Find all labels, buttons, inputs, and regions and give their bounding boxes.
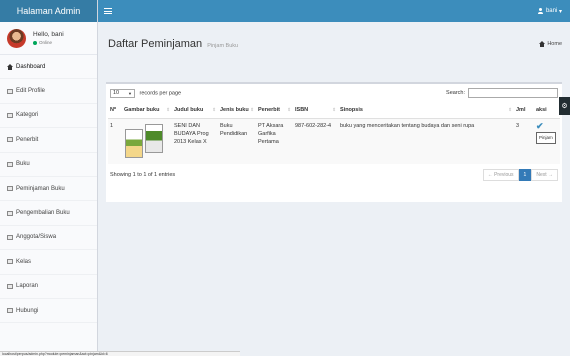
sidebar-item-label: Edit Profile: [16, 88, 46, 95]
gear-icon[interactable]: ⚙: [559, 97, 570, 115]
column-header-judul[interactable]: Judul buku ⇕: [172, 102, 218, 119]
sidebar-item-label: Anggota/Siswa: [16, 234, 57, 241]
column-header-gambar[interactable]: Gambar buku ⇕: [122, 102, 172, 119]
user-icon: [538, 8, 544, 14]
sidebar-item-pengembalian-buku[interactable]: Pengembalian Buku: [0, 201, 97, 226]
cell-no: 1: [108, 118, 122, 164]
avatar: [7, 28, 26, 48]
page-title: Daftar Peminjaman Pinjam Buku: [108, 38, 238, 50]
breadcrumb[interactable]: Home: [539, 41, 562, 47]
top-navbar: bani ▾: [98, 0, 570, 22]
sidebar-item-label: Kategori: [16, 112, 39, 119]
sidebar-item-label: Buku: [16, 161, 30, 168]
table-footer: Showing 1 to 1 of 1 entries ← Previous 1…: [106, 164, 562, 186]
sidebar-item-label: Hubungi: [16, 307, 39, 314]
column-header-jenis[interactable]: Jenis buku ⇕: [218, 102, 256, 119]
image-icon: [7, 210, 13, 216]
user-greeting: Hello, bani: [33, 31, 64, 38]
sidebar-item-label: Pengembalian Buku: [16, 210, 70, 217]
sidebar-item-label: Peminjaman Buku: [16, 185, 65, 192]
image-icon: [7, 161, 13, 167]
sidebar-item-label: Laporan: [16, 283, 39, 290]
cell-penerbit: PT Aksara Garfika Pertama: [256, 118, 293, 164]
image-icon: [7, 88, 13, 94]
user-status: Online: [33, 40, 64, 45]
cell-isbn: 987-602-282-4: [293, 118, 338, 164]
cell-gambar: [122, 118, 172, 164]
next-page-button[interactable]: Next →: [531, 169, 558, 181]
page-title-text: Daftar Peminjaman: [108, 38, 203, 50]
sidebar-item-kategori[interactable]: Kategori: [0, 104, 97, 129]
column-header-sinopsis[interactable]: Sinopsis ⇕: [338, 102, 514, 119]
cell-jml: 3: [514, 118, 534, 164]
sidebar-item-hubungi[interactable]: Hubungi: [0, 299, 97, 324]
cell-judul: SENI DAN BUDAYA Prog 2013 Kelas X: [172, 118, 218, 164]
pinjam-button[interactable]: Pinjam: [536, 131, 556, 144]
caret-down-icon: ▼: [128, 90, 132, 96]
cell-sinopsis: buku yang menceritakan tentang budaya da…: [338, 118, 514, 164]
image-icon: [7, 308, 13, 314]
column-header-isbn[interactable]: ISBN ⇕: [293, 102, 338, 119]
table-box: 10 ▼ records per page Search: Nº Gambar …: [106, 82, 562, 202]
image-icon: [7, 283, 13, 289]
sidebar-item-kelas[interactable]: Kelas: [0, 250, 97, 275]
home-icon: [7, 63, 13, 70]
previous-page-button[interactable]: ← Previous: [482, 169, 519, 181]
book-cover-back: [145, 123, 163, 153]
sidebar-item-label: Dashboard: [16, 63, 46, 70]
sidebar-item-label: Kelas: [16, 258, 32, 265]
breadcrumb-home[interactable]: Home: [547, 41, 562, 47]
image-icon: [7, 259, 13, 265]
sidebar-item-penerbit[interactable]: Penerbit: [0, 128, 97, 153]
table-row: 1 SENI DAN BUDAYA Prog 2013 Kelas X Buku…: [108, 118, 560, 164]
book-cover-image: [124, 122, 164, 158]
table-header-row: Nº Gambar buku ⇕ Judul buku ⇕ Jenis buku ⇕ …: [108, 102, 560, 119]
app-logo[interactable]: Halaman Admin: [0, 0, 97, 22]
sidebar-item-buku[interactable]: Buku: [0, 153, 97, 177]
sidebar: Halaman Admin Hello, bani Online Dashboa…: [0, 0, 98, 356]
image-icon: [7, 186, 13, 192]
records-per-page-select[interactable]: 10 ▼: [110, 88, 135, 98]
image-icon: [7, 137, 13, 143]
user-status-label: Online: [39, 40, 53, 45]
column-header-penerbit[interactable]: Penerbit ⇕: [256, 102, 293, 119]
sidebar-item-dashboard[interactable]: Dashboard: [0, 55, 97, 80]
pagination: ← Previous 1 Next →: [482, 169, 558, 181]
browser-status-bar: localhost/perpus/admin.php?module=peminj…: [0, 351, 240, 356]
hamburger-menu-icon[interactable]: [104, 8, 112, 14]
entries-info: Showing 1 to 1 of 1 entries: [110, 172, 176, 178]
image-icon: [7, 234, 13, 240]
user-panel: Hello, bani Online: [0, 22, 97, 55]
records-per-page-value: 10: [113, 90, 120, 96]
length-control: 10 ▼ records per page: [110, 88, 182, 98]
online-status-icon: [33, 40, 37, 45]
sidebar-item-edit-profile[interactable]: Edit Profile: [0, 79, 97, 104]
table-controls: 10 ▼ records per page Search:: [106, 84, 562, 102]
cell-aksi: ✔ Pinjam: [534, 118, 560, 164]
search-label: Search:: [446, 90, 465, 96]
caret-down-icon: ▾: [557, 8, 562, 15]
user-dropdown[interactable]: bani ▾: [538, 8, 562, 15]
sidebar-item-label: Penerbit: [16, 136, 39, 143]
records-per-page-label: records per page: [139, 90, 182, 96]
sidebar-item-peminjaman-buku[interactable]: Peminjaman Buku: [0, 177, 97, 202]
column-header-no[interactable]: Nº: [108, 102, 122, 119]
column-header-jml[interactable]: Jml: [514, 102, 534, 119]
search-input[interactable]: [468, 88, 558, 98]
page-subtitle: Pinjam Buku: [207, 43, 239, 49]
search-control: Search:: [446, 88, 558, 98]
book-cover-front: [125, 128, 143, 158]
home-icon: [539, 41, 546, 47]
checkmark-icon[interactable]: ✔: [536, 121, 558, 130]
cell-jenis: Buku Pendidikan: [218, 118, 256, 164]
sidebar-item-laporan[interactable]: Laporan: [0, 275, 97, 299]
sidebar-item-anggota-siswa[interactable]: Anggota/Siswa: [0, 226, 97, 251]
column-header-aksi[interactable]: aksi: [534, 102, 560, 119]
page-1-button[interactable]: 1: [518, 169, 532, 181]
top-user-name: bani: [545, 8, 558, 14]
content-header: Daftar Peminjaman Pinjam Buku Home: [98, 22, 570, 66]
image-icon: [7, 112, 13, 118]
sidebar-menu: Dashboard Edit Profile Kategori Penerbit…: [0, 55, 97, 324]
peminjaman-table: Nº Gambar buku ⇕ Judul buku ⇕ Jenis buku ⇕ …: [108, 102, 560, 164]
